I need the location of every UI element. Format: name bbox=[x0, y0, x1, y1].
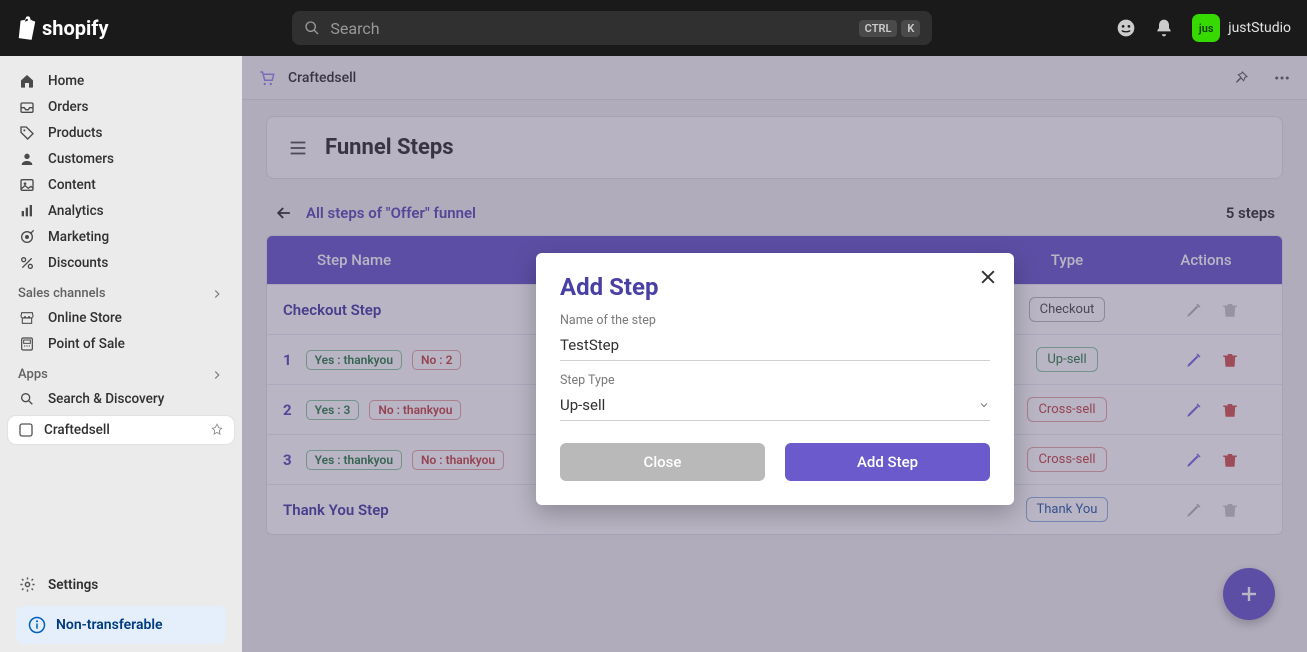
pos-icon bbox=[18, 336, 36, 352]
add-step-button[interactable]: Add Step bbox=[785, 443, 990, 481]
search-icon bbox=[304, 20, 320, 36]
sidebar-app-search-&-discovery[interactable]: Search & Discovery bbox=[8, 386, 234, 412]
admin-icon[interactable] bbox=[1116, 18, 1136, 38]
target-icon bbox=[18, 229, 36, 245]
app-icon bbox=[18, 422, 34, 438]
sidebar-nav-home[interactable]: Home bbox=[8, 68, 234, 94]
kbd-ctrl: CTRL bbox=[859, 20, 898, 37]
search-shortcut: CTRL K bbox=[859, 20, 921, 37]
sidebar-nav-discounts[interactable]: Discounts bbox=[8, 250, 234, 276]
modal-title: Add Step bbox=[560, 273, 990, 301]
user-menu[interactable]: jus justStudio bbox=[1192, 14, 1291, 42]
topbar-right: jus justStudio bbox=[1116, 14, 1291, 42]
user-name: justStudio bbox=[1228, 20, 1291, 36]
tag-icon bbox=[18, 125, 36, 141]
store-icon bbox=[18, 310, 36, 326]
search-input[interactable]: Search CTRL K bbox=[292, 11, 932, 45]
chart-icon bbox=[18, 203, 36, 219]
non-transferable-banner[interactable]: Non-transferable bbox=[16, 606, 226, 644]
modal-actions: Close Add Step bbox=[560, 443, 990, 481]
step-name-input[interactable] bbox=[560, 330, 990, 361]
chevron-right-icon bbox=[210, 287, 224, 301]
apps-header[interactable]: Apps bbox=[8, 357, 234, 386]
step-name-label: Name of the step bbox=[560, 313, 990, 328]
sidebar-nav-customers[interactable]: Customers bbox=[8, 146, 234, 172]
home-icon bbox=[18, 73, 36, 89]
bell-icon[interactable] bbox=[1154, 18, 1174, 38]
avatar: jus bbox=[1192, 14, 1220, 42]
chevron-down-icon bbox=[978, 399, 990, 411]
sales-channels-header[interactable]: Sales channels bbox=[8, 276, 234, 305]
search-placeholder: Search bbox=[330, 19, 379, 38]
sidebar-settings[interactable]: Settings bbox=[8, 558, 234, 598]
brand-logo[interactable]: shopify bbox=[16, 16, 109, 40]
kbd-k: K bbox=[901, 20, 920, 37]
sidebar: HomeOrdersProductsCustomersContentAnalyt… bbox=[0, 56, 242, 652]
percent-icon bbox=[18, 255, 36, 271]
step-type-label: Step Type bbox=[560, 373, 990, 388]
inbox-icon bbox=[18, 99, 36, 115]
search-container: Search CTRL K bbox=[109, 11, 1117, 45]
sidebar-nav-marketing[interactable]: Marketing bbox=[8, 224, 234, 250]
add-step-modal: Add Step Name of the step Step Type Up-s… bbox=[536, 253, 1014, 505]
modal-close-button[interactable] bbox=[978, 267, 998, 287]
person-icon bbox=[18, 151, 36, 167]
topbar: shopify Search CTRL K jus justStudio bbox=[0, 0, 1307, 56]
search-icon bbox=[18, 391, 36, 407]
info-icon bbox=[28, 616, 46, 634]
sidebar-channel-point-of-sale[interactable]: Point of Sale bbox=[8, 331, 234, 357]
sidebar-nav-orders[interactable]: Orders bbox=[8, 94, 234, 120]
image-icon bbox=[18, 177, 36, 193]
shopify-bag-icon bbox=[16, 16, 38, 40]
sidebar-channel-online-store[interactable]: Online Store bbox=[8, 305, 234, 331]
sidebar-nav-content[interactable]: Content bbox=[8, 172, 234, 198]
gear-icon bbox=[18, 576, 36, 593]
chevron-right-icon bbox=[210, 368, 224, 382]
step-type-select[interactable]: Up-sell bbox=[560, 390, 990, 421]
sidebar-nav-products[interactable]: Products bbox=[8, 120, 234, 146]
close-button[interactable]: Close bbox=[560, 443, 765, 481]
sidebar-pinned-app[interactable]: Craftedsell bbox=[8, 416, 234, 444]
close-icon bbox=[978, 267, 998, 287]
brand-text: shopify bbox=[42, 16, 109, 40]
pin-icon bbox=[210, 423, 224, 437]
sidebar-nav-analytics[interactable]: Analytics bbox=[8, 198, 234, 224]
